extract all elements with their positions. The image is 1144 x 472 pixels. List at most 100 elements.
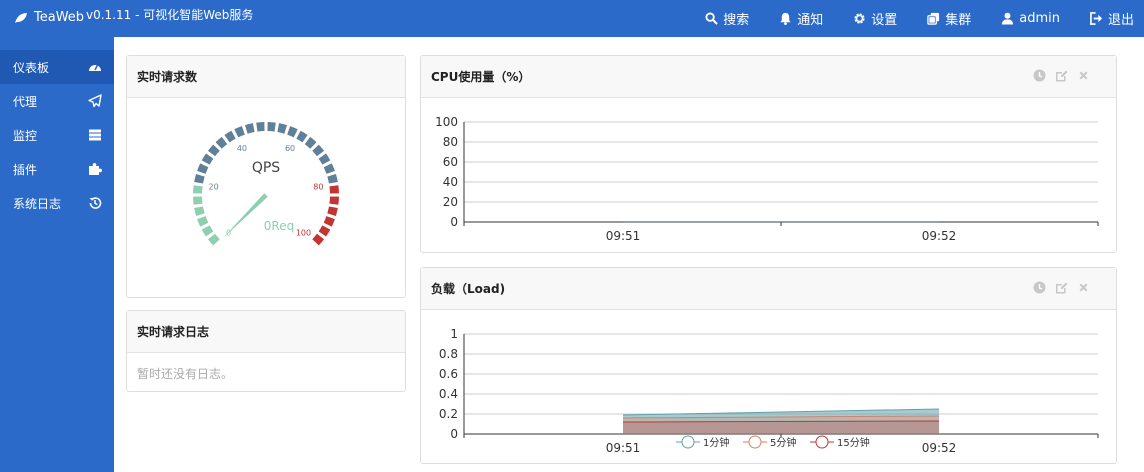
load-chart-series-area bbox=[623, 421, 939, 434]
gauge-value: 0Req bbox=[264, 219, 294, 233]
load-panel-title: 负载（Load) bbox=[431, 282, 506, 296]
gauge-segment bbox=[304, 136, 317, 149]
server-icon bbox=[89, 129, 101, 141]
gauge-segment bbox=[312, 144, 325, 157]
sidebar-item-label: 监控 bbox=[13, 128, 38, 143]
clock-icon[interactable] bbox=[1033, 69, 1046, 82]
bell-icon bbox=[780, 12, 791, 25]
sidebar-item-proxy[interactable]: 代理 bbox=[0, 84, 114, 118]
gauge-segment bbox=[329, 196, 339, 205]
user-icon bbox=[1002, 12, 1014, 25]
legend-label: 15分钟 bbox=[837, 436, 870, 449]
legend-marker bbox=[748, 435, 762, 449]
cpu-chart: 0 20 40 60 80 100 09:51 09:52 bbox=[435, 115, 1099, 243]
gauge-segment bbox=[323, 163, 335, 174]
nav-user[interactable]: admin bbox=[1001, 11, 1060, 26]
history-icon bbox=[89, 197, 102, 209]
gauge-tick-label: 60 bbox=[285, 144, 295, 153]
gauge-segment bbox=[194, 206, 205, 216]
gauge-segment bbox=[207, 233, 220, 246]
gauge-segment bbox=[193, 185, 203, 194]
gauge-segment bbox=[318, 225, 331, 237]
gauge-segment bbox=[277, 123, 287, 134]
search-icon bbox=[705, 12, 718, 25]
gauge-segment bbox=[287, 126, 298, 138]
gauge-title: QPS bbox=[252, 160, 280, 176]
gauge-segment bbox=[224, 130, 236, 143]
cpu-chart-x-tick-label: 09:51 bbox=[606, 229, 641, 243]
gauge-segment bbox=[194, 174, 205, 184]
legend-label: 1分钟 bbox=[703, 436, 729, 449]
legend-label: 5分钟 bbox=[770, 436, 796, 449]
version-text: v0.1.11 - 可视化智能Web服务 bbox=[86, 8, 254, 22]
brand-logo[interactable]: TeaWeb bbox=[14, 10, 84, 25]
load-chart-y-tick: 0 bbox=[450, 427, 458, 441]
cpu-chart-y-tick: 60 bbox=[443, 155, 458, 169]
cpu-panel-tools bbox=[1033, 69, 1090, 82]
gauge-segment bbox=[201, 153, 214, 165]
dashboard-icon bbox=[89, 64, 101, 71]
legend-marker bbox=[681, 435, 695, 449]
nav-settings[interactable]: 设置 bbox=[853, 9, 897, 28]
load-chart: 0 0.2 0.4 0.6 0.8 1 09:51 09:52 1分钟 5分钟 15分钟 bbox=[439, 327, 1099, 455]
load-chart-y-tick: 0.2 bbox=[439, 407, 458, 421]
sign-out-icon bbox=[1090, 12, 1103, 25]
gauge-segment bbox=[234, 126, 245, 138]
clock-icon[interactable] bbox=[1033, 281, 1046, 294]
sidebar-item-label: 插件 bbox=[13, 162, 38, 177]
sidebar-item-label: 仪表板 bbox=[13, 60, 50, 75]
gauge-segment bbox=[197, 163, 209, 174]
gear-icon bbox=[854, 13, 865, 24]
gauge-tick-label: 0 bbox=[226, 228, 231, 237]
qps-panel-title: 实时请求数 bbox=[127, 56, 405, 98]
load-chart-y-tick: 1 bbox=[450, 327, 458, 341]
gauge-segment bbox=[201, 225, 214, 237]
nav-notice[interactable]: 通知 bbox=[779, 9, 823, 28]
sidebar-item-syslog[interactable]: 系统日志 bbox=[0, 186, 114, 220]
leaf-icon bbox=[15, 12, 27, 23]
gauge-tick-label: 80 bbox=[313, 183, 323, 192]
load-chart-x-tick-label: 09:52 bbox=[922, 441, 957, 455]
gauge-segment bbox=[245, 123, 255, 134]
nav-cluster-label: 集群 bbox=[945, 13, 972, 28]
load-chart-y-tick: 0.6 bbox=[439, 367, 458, 381]
cpu-chart-y-tick: 20 bbox=[443, 195, 458, 209]
sidebar-item-monitor[interactable]: 监控 bbox=[0, 118, 114, 152]
qps-gauge: 0 20 40 60 80 100 QPS 0Req bbox=[193, 122, 339, 246]
cpu-chart-y-tick: 0 bbox=[450, 215, 458, 229]
gauge-segment bbox=[267, 122, 276, 132]
cpu-chart-x-tick-label: 09:52 bbox=[922, 229, 957, 243]
top-nav: 搜索 通知 设置 集群 admin 退出 bbox=[675, 0, 1134, 37]
paper-plane-icon bbox=[88, 94, 102, 108]
gauge-segment bbox=[329, 185, 339, 194]
nav-notice-label: 通知 bbox=[797, 13, 824, 28]
cpu-chart-y-tick: 100 bbox=[435, 115, 458, 129]
gauge-segment bbox=[312, 233, 325, 246]
gauge-segment bbox=[296, 130, 308, 143]
log-empty-text: 暂时还没有日志。 bbox=[137, 367, 234, 381]
sidebar-item-plugins[interactable]: 插件 bbox=[0, 152, 114, 186]
puzzle-icon bbox=[89, 163, 102, 175]
close-icon[interactable] bbox=[1077, 69, 1090, 82]
edit-icon[interactable] bbox=[1055, 281, 1068, 294]
edit-icon[interactable] bbox=[1055, 69, 1068, 82]
gauge-tick-label: 20 bbox=[209, 183, 219, 192]
nav-cluster[interactable]: 集群 bbox=[927, 9, 971, 28]
nav-search[interactable]: 搜索 bbox=[705, 9, 749, 28]
clone-icon bbox=[927, 12, 940, 25]
gauge-segment bbox=[327, 206, 338, 216]
sidebar-item-dashboard[interactable]: 仪表板 bbox=[0, 50, 114, 84]
gauge-segment bbox=[207, 144, 220, 157]
gauge-segment bbox=[197, 216, 209, 227]
gauge-segment bbox=[215, 136, 228, 149]
sidebar-item-label: 系统日志 bbox=[13, 196, 62, 211]
nav-logout-label: 退出 bbox=[1107, 13, 1134, 28]
gauge-segment bbox=[318, 153, 331, 165]
gauge-pointer bbox=[222, 193, 268, 239]
cpu-chart-y-tick: 80 bbox=[443, 135, 458, 149]
gauge-tick-label: 40 bbox=[237, 144, 247, 153]
sidebar: 仪表板 代理 监控 插件 系统日志 bbox=[0, 37, 114, 472]
gauge-tick-label: 100 bbox=[296, 228, 311, 237]
close-icon[interactable] bbox=[1077, 281, 1090, 294]
nav-logout[interactable]: 退出 bbox=[1090, 9, 1134, 28]
